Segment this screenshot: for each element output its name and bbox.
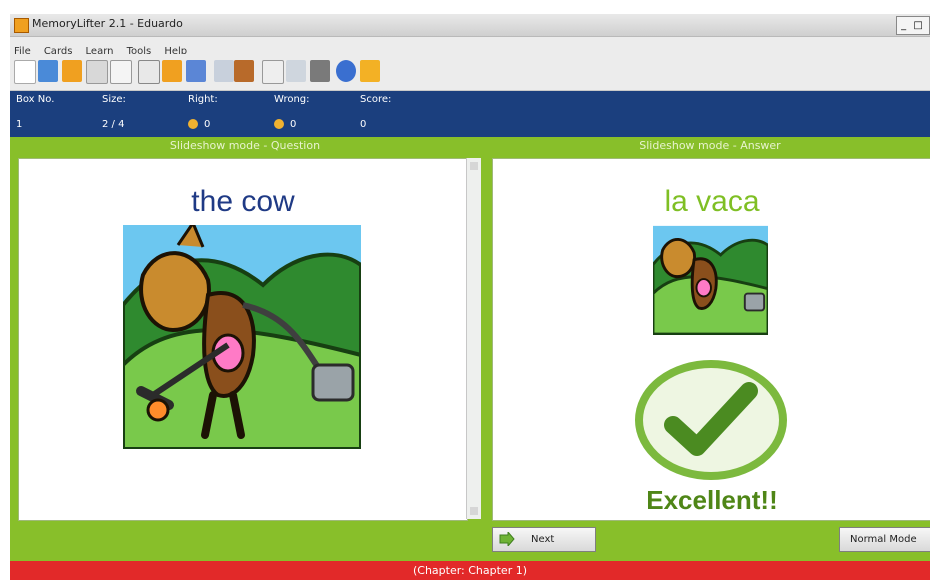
question-panel: the cow [18, 158, 468, 521]
media-icon[interactable] [310, 60, 330, 82]
window-controls[interactable]: _ □ [896, 16, 930, 35]
checkmark-icon [635, 360, 787, 480]
size-label: Size: [102, 94, 126, 105]
size-value: 2 / 4 [102, 119, 125, 130]
question-word: the cow [191, 185, 295, 218]
tools-icon[interactable] [286, 60, 306, 82]
question-header: Slideshow mode - Question [169, 139, 321, 152]
next-arrow-icon [499, 532, 515, 546]
wrong-count: 0 [290, 119, 297, 130]
stats-bar: Box No. Size: Right: Wrong: Score: 1 2 /… [10, 91, 930, 137]
normal-mode-label: Normal Mode [850, 534, 917, 545]
help-icon[interactable] [336, 60, 356, 82]
cow-illustration [123, 225, 361, 449]
score-value: 0 [360, 119, 367, 130]
cow-thumbnail [653, 225, 768, 335]
right-value: 0 [188, 119, 210, 130]
save-icon[interactable] [62, 60, 82, 82]
coin-icon [274, 119, 284, 129]
next-label: Next [531, 534, 555, 545]
print-preview-icon[interactable] [110, 60, 132, 84]
answer-panel: la vaca Excellent!! [492, 158, 930, 521]
answer-header: Slideshow mode - Answer [639, 139, 781, 152]
statistics-icon[interactable] [214, 60, 234, 82]
window-title: MemoryLifter 2.1 - Eduardo [32, 17, 183, 30]
open-icon[interactable] [38, 60, 58, 82]
wrong-label: Wrong: [274, 94, 310, 105]
exit-icon[interactable] [360, 60, 380, 82]
answer-word: la vaca [664, 185, 760, 218]
app-icon [14, 18, 29, 33]
print-icon[interactable] [86, 60, 108, 84]
cards-icon[interactable] [162, 60, 182, 82]
normal-mode-button[interactable]: Normal Mode [839, 527, 930, 552]
edit-icon[interactable] [138, 60, 160, 84]
card-editor-icon[interactable] [262, 60, 284, 84]
menu-bar: File Cards Learn Tools Help [10, 37, 930, 57]
coin-icon [188, 119, 198, 129]
options-icon[interactable] [234, 60, 254, 82]
wrong-value: 0 [274, 119, 296, 130]
box-value: 1 [16, 119, 23, 130]
new-icon[interactable] [14, 60, 36, 84]
chapter-icon[interactable] [186, 60, 206, 82]
score-label: Score: [360, 94, 392, 105]
title-bar: MemoryLifter 2.1 - Eduardo _ □ [10, 14, 930, 37]
toolbar [10, 54, 930, 91]
scroll-up-arrow[interactable] [470, 162, 478, 170]
right-label: Right: [188, 94, 218, 105]
chapter-status: (Chapter: Chapter 1) [10, 561, 930, 580]
feedback-text: Excellent!! [646, 485, 778, 515]
box-label: Box No. [16, 94, 55, 105]
question-scrollbar[interactable] [466, 158, 481, 519]
scroll-down-arrow[interactable] [470, 507, 478, 515]
right-count: 0 [204, 119, 211, 130]
next-button[interactable]: Next [492, 527, 596, 552]
